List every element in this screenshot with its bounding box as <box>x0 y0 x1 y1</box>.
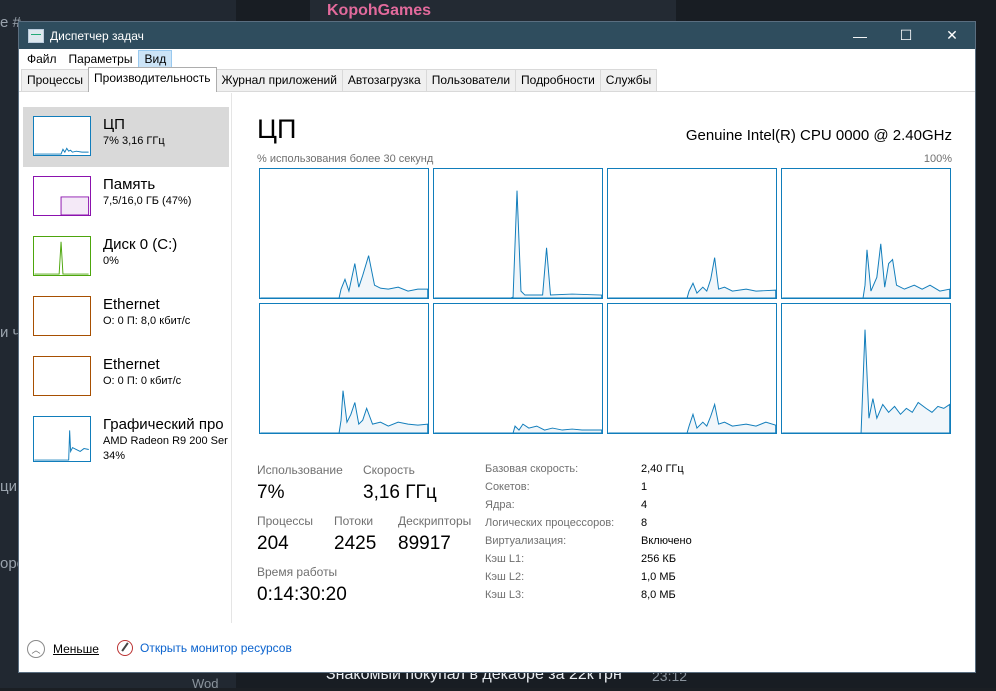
background-chat-name: KopohGames <box>327 2 432 19</box>
ethernet-mini-graph <box>33 356 91 396</box>
detail-value: 4 <box>641 499 648 511</box>
sidebar-item-memory[interactable]: Память 7,5/16,0 ГБ (47%) <box>23 167 229 227</box>
detail-value: 1,0 МБ <box>641 571 676 583</box>
usage-label: Использование <box>257 463 343 477</box>
cpu-core-graph <box>259 303 429 434</box>
sidebar-subtitle: 0% <box>103 255 119 267</box>
menu-view[interactable]: Вид <box>138 50 173 68</box>
tab-strip: Процессы Производительность Журнал прило… <box>19 67 975 92</box>
tab-processes[interactable]: Процессы <box>21 69 90 91</box>
cpu-core-graph <box>433 168 603 299</box>
detail-label: Кэш L2: <box>485 571 525 583</box>
usage-value: 7% <box>257 482 285 503</box>
cpu-core-graph <box>607 303 777 434</box>
tab-details[interactable]: Подробности <box>515 69 601 91</box>
sidebar-title: Ethernet <box>103 356 160 373</box>
detail-label: Виртуализация: <box>485 535 567 547</box>
page-title: ЦП <box>257 114 297 144</box>
ethernet-mini-graph <box>33 296 91 336</box>
maximize-button[interactable]: ☐ <box>883 22 929 49</box>
speed-value: 3,16 ГГц <box>363 482 437 503</box>
detail-label: Базовая скорость: <box>485 463 579 475</box>
gpu-mini-graph <box>33 416 91 462</box>
handles-label: Дескрипторы <box>398 514 472 528</box>
sidebar-subtitle-2: 34% <box>103 450 126 462</box>
background-fragment: ци <box>0 478 17 495</box>
sidebar-subtitle: 7% 3,16 ГГц <box>103 135 165 147</box>
detail-label: Ядра: <box>485 499 515 511</box>
disk-mini-graph <box>33 236 91 276</box>
menu-bar: Файл Параметры Вид <box>19 49 975 69</box>
sidebar-item-gpu[interactable]: Графический про AMD Radeon R9 200 Ser 34… <box>23 407 229 467</box>
cpu-mini-graph <box>33 116 91 156</box>
sidebar-item-disk[interactable]: Диск 0 (C:) 0% <box>23 227 229 287</box>
detail-value: 256 КБ <box>641 553 677 565</box>
footer-bar: ︿ Меньше Открыть монитор ресурсов <box>19 632 975 672</box>
threads-label: Потоки <box>334 514 374 528</box>
tab-performance[interactable]: Производительность <box>88 67 217 92</box>
cpu-core-graph <box>781 168 951 299</box>
detail-value: Включено <box>641 535 692 547</box>
tab-services[interactable]: Службы <box>599 69 658 91</box>
open-resource-monitor-label: Открыть монитор ресурсов <box>140 641 292 655</box>
tab-users[interactable]: Пользователи <box>425 69 517 91</box>
cpu-core-graph <box>781 303 951 434</box>
task-manager-icon <box>28 28 44 43</box>
fewer-details-label: Меньше <box>53 642 99 656</box>
sidebar-item-ethernet[interactable]: Ethernet О: 0 П: 8,0 кбит/с <box>23 287 229 347</box>
title-bar[interactable]: Диспетчер задач — ☐ ✕ <box>19 22 975 49</box>
performance-content: ЦП 7% 3,16 ГГц Память 7,5/16,0 ГБ (47%) … <box>19 93 975 627</box>
detail-label: Кэш L1: <box>485 553 525 565</box>
detail-value: 8 <box>641 517 648 529</box>
processes-value: 204 <box>257 533 289 554</box>
sidebar-title: Диск 0 (C:) <box>103 236 178 253</box>
sidebar-item-ethernet-2[interactable]: Ethernet О: 0 П: 0 кбит/с <box>23 347 229 407</box>
sidebar-subtitle: 7,5/16,0 ГБ (47%) <box>103 195 192 207</box>
minimize-button[interactable]: — <box>837 22 883 49</box>
menu-options[interactable]: Параметры <box>63 50 139 68</box>
task-manager-window: Диспетчер задач — ☐ ✕ Файл Параметры Вид… <box>18 21 976 673</box>
cpu-core-graph <box>607 168 777 299</box>
utilization-caption: % использования более 30 секунд <box>257 153 434 165</box>
threads-value: 2425 <box>334 533 377 554</box>
cpu-core-graph <box>433 303 603 434</box>
detail-label: Кэш L3: <box>485 589 525 601</box>
fewer-details-button[interactable]: ︿ Меньше <box>27 640 99 658</box>
processes-label: Процессы <box>257 514 314 528</box>
speed-label: Скорость <box>363 463 415 477</box>
detail-value: 1 <box>641 481 648 493</box>
tab-startup[interactable]: Автозагрузка <box>341 69 427 91</box>
chevron-up-icon: ︿ <box>27 640 45 658</box>
detail-label: Логических процессоров: <box>485 517 615 529</box>
detail-value: 8,0 МБ <box>641 589 676 601</box>
sidebar-title: Память <box>103 176 156 193</box>
background-fragment: Wod <box>192 676 219 691</box>
window-title: Диспетчер задач <box>50 28 144 43</box>
cpu-detail-pane: ЦП Genuine Intel(R) CPU 0000 @ 2.40GHz %… <box>257 93 957 623</box>
open-resource-monitor-link[interactable]: Открыть монитор ресурсов <box>117 640 292 656</box>
uptime-value: 0:14:30:20 <box>257 584 347 605</box>
menu-file[interactable]: Файл <box>21 50 63 68</box>
detail-label: Сокетов: <box>485 481 530 493</box>
sidebar-subtitle: AMD Radeon R9 200 Ser <box>103 435 228 447</box>
resource-sidebar: ЦП 7% 3,16 ГГц Память 7,5/16,0 ГБ (47%) … <box>19 93 232 623</box>
sidebar-subtitle: О: 0 П: 0 кбит/с <box>103 375 182 387</box>
sidebar-item-cpu[interactable]: ЦП 7% 3,16 ГГц <box>23 107 229 167</box>
resource-monitor-icon <box>117 640 133 656</box>
max-percent-label: 100% <box>923 153 952 165</box>
sidebar-title: Ethernet <box>103 296 160 313</box>
close-button[interactable]: ✕ <box>929 22 975 49</box>
sidebar-title: Графический про <box>103 416 224 433</box>
uptime-label: Время работы <box>257 565 338 579</box>
memory-mini-graph <box>33 176 91 216</box>
handles-value: 89917 <box>398 533 451 554</box>
tab-app-history[interactable]: Журнал приложений <box>215 69 343 91</box>
sidebar-subtitle: О: 0 П: 8,0 кбит/с <box>103 315 191 327</box>
detail-value: 2,40 ГГц <box>641 463 684 475</box>
sidebar-title: ЦП <box>103 116 125 133</box>
cpu-model-name: Genuine Intel(R) CPU 0000 @ 2.40GHz <box>685 127 952 144</box>
cpu-core-graph <box>259 168 429 299</box>
